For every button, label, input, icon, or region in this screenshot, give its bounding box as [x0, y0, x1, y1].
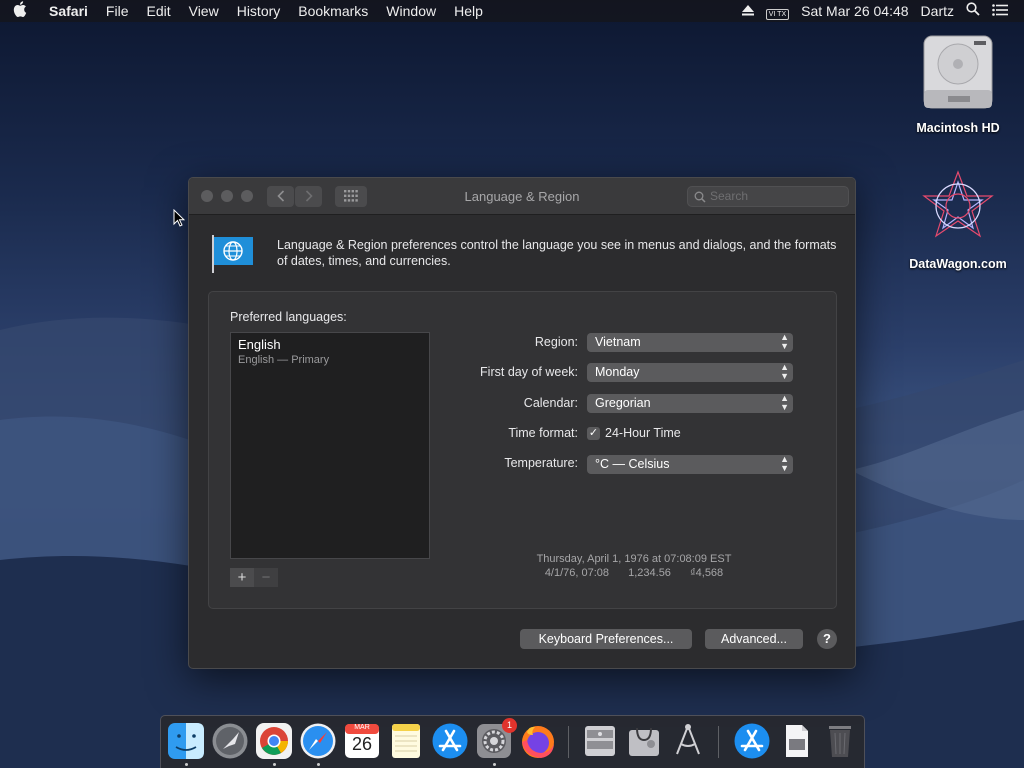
sample-date-short: 4/1/76, 07:08	[544, 567, 610, 579]
pane-header: Language & Region preferences control th…	[211, 235, 836, 278]
calendar-label: Calendar:	[523, 396, 578, 410]
chrome-icon[interactable]	[255, 722, 293, 760]
calendar-popup[interactable]: Gregorian ▲ ▼	[587, 394, 793, 413]
language-region-window: Language & Region Search Language & Regi…	[188, 177, 856, 669]
dock-separator	[568, 726, 569, 758]
menu-window[interactable]: Window	[377, 0, 445, 22]
menu-user[interactable]: Dartz	[915, 0, 960, 22]
pane-description: Language & Region preferences control th…	[277, 238, 837, 268]
up-down-arrows-icon: ▲ ▼	[780, 332, 789, 351]
menu-edit[interactable]: Edit	[137, 0, 179, 22]
safari-icon[interactable]	[299, 722, 337, 760]
dock: MAR 26 1	[160, 715, 865, 768]
directory-utility-icon[interactable]	[669, 722, 707, 760]
mouse-cursor-icon	[173, 208, 186, 232]
running-indicator	[273, 763, 276, 766]
notes-icon[interactable]	[387, 722, 425, 760]
hard-drive-icon	[903, 32, 1013, 117]
menu-bookmarks[interactable]: Bookmarks	[289, 0, 377, 22]
temperature-label: Temperature:	[504, 456, 578, 470]
advanced-button[interactable]: Advanced...	[705, 629, 803, 649]
time-format-value[interactable]: 24-Hour Time	[605, 426, 681, 440]
region-label: Region:	[534, 335, 578, 349]
first-day-value: Monday	[595, 365, 640, 379]
system-preferences-icon[interactable]: 1	[475, 718, 517, 760]
input-source-label: VI TX	[765, 9, 790, 20]
dock-separator	[718, 726, 719, 758]
calendar-value: Gregorian	[595, 396, 651, 410]
launchpad-icon[interactable]	[211, 722, 249, 760]
flag-globe-icon	[211, 235, 255, 278]
region-popup[interactable]: Vietnam ▲ ▼	[587, 333, 793, 352]
region-value: Vietnam	[595, 335, 641, 349]
menu-bar: Safari File Edit View History Bookmarks …	[0, 0, 1024, 22]
running-indicator	[185, 763, 188, 766]
first-day-label: First day of week:	[480, 365, 578, 379]
trash-icon[interactable]	[821, 722, 859, 760]
calendar-day: 26	[351, 734, 373, 754]
running-indicator	[317, 763, 320, 766]
language-name: English	[238, 337, 281, 352]
notification-badge: 1	[502, 718, 517, 733]
menu-app-name[interactable]: Safari	[40, 0, 97, 22]
first-day-popup[interactable]: Monday ▲ ▼	[587, 363, 793, 382]
sample-date-long: Thursday, April 1, 1976 at 07:08:09 EST	[536, 553, 732, 565]
downloads-folder-icon[interactable]	[733, 722, 771, 760]
apple-menu-icon[interactable]	[0, 1, 40, 21]
desktop-icon-datawagon[interactable]: DataWagon.com	[903, 168, 1013, 271]
menu-history[interactable]: History	[228, 0, 290, 22]
search-placeholder: Search	[710, 189, 749, 203]
keyboard-preferences-button[interactable]: Keyboard Preferences...	[520, 629, 692, 649]
eject-icon[interactable]	[736, 0, 760, 22]
menu-view[interactable]: View	[180, 0, 228, 22]
menu-clock[interactable]: Sat Mar 26 04:48	[795, 0, 914, 22]
search-icon	[694, 190, 706, 209]
sample-formats: 4/1/76, 07:08 1,234.56 ₫4,568	[489, 567, 779, 579]
notification-center-icon[interactable]	[986, 0, 1014, 22]
preferred-languages-label: Preferred languages:	[230, 310, 347, 324]
system-information-icon[interactable]	[625, 722, 663, 760]
input-source-icon[interactable]: VI TX	[760, 0, 795, 22]
desktop-icon-label: Macintosh HD	[916, 121, 1000, 135]
desktop-icon-macintosh-hd[interactable]: Macintosh HD	[903, 32, 1013, 135]
app-store-icon[interactable]	[431, 722, 469, 760]
running-indicator	[493, 763, 496, 766]
spotlight-search-icon[interactable]	[960, 0, 986, 22]
settings-panel: Preferred languages: English English — P…	[208, 291, 837, 609]
remove-language-button[interactable]: −	[254, 568, 278, 587]
language-subtitle: English — Primary	[238, 354, 330, 366]
sample-number: 1,234.56	[628, 567, 671, 579]
sample-currency: ₫4,568	[690, 567, 724, 579]
documents-stack-icon[interactable]	[777, 722, 815, 760]
window-titlebar: Language & Region Search	[189, 178, 855, 215]
up-down-arrows-icon: ▲ ▼	[780, 393, 789, 412]
up-down-arrows-icon: ▲ ▼	[780, 454, 789, 473]
desktop-icon-label: DataWagon.com	[909, 257, 1007, 271]
time-format-label: Time format:	[508, 426, 578, 440]
calendar-month: MAR	[354, 724, 370, 731]
add-language-button[interactable]: +	[230, 568, 254, 587]
disk-utility-icon[interactable]	[581, 722, 619, 760]
help-button[interactable]: ?	[817, 629, 837, 649]
calendar-icon[interactable]: MAR 26	[343, 722, 381, 760]
temperature-value: °C — Celsius	[595, 457, 670, 471]
up-down-arrows-icon: ▲ ▼	[780, 362, 789, 381]
datawagon-icon	[903, 168, 1013, 253]
finder-icon[interactable]	[167, 722, 205, 760]
menu-file[interactable]: File	[97, 0, 138, 22]
firefox-icon[interactable]	[519, 722, 557, 760]
list-item[interactable]: English English — Primary	[238, 337, 329, 366]
temperature-popup[interactable]: °C — Celsius ▲ ▼	[587, 455, 793, 474]
search-field[interactable]: Search	[687, 186, 849, 207]
menu-help[interactable]: Help	[445, 0, 492, 22]
time-format-checkbox[interactable]: ✓	[587, 427, 600, 440]
